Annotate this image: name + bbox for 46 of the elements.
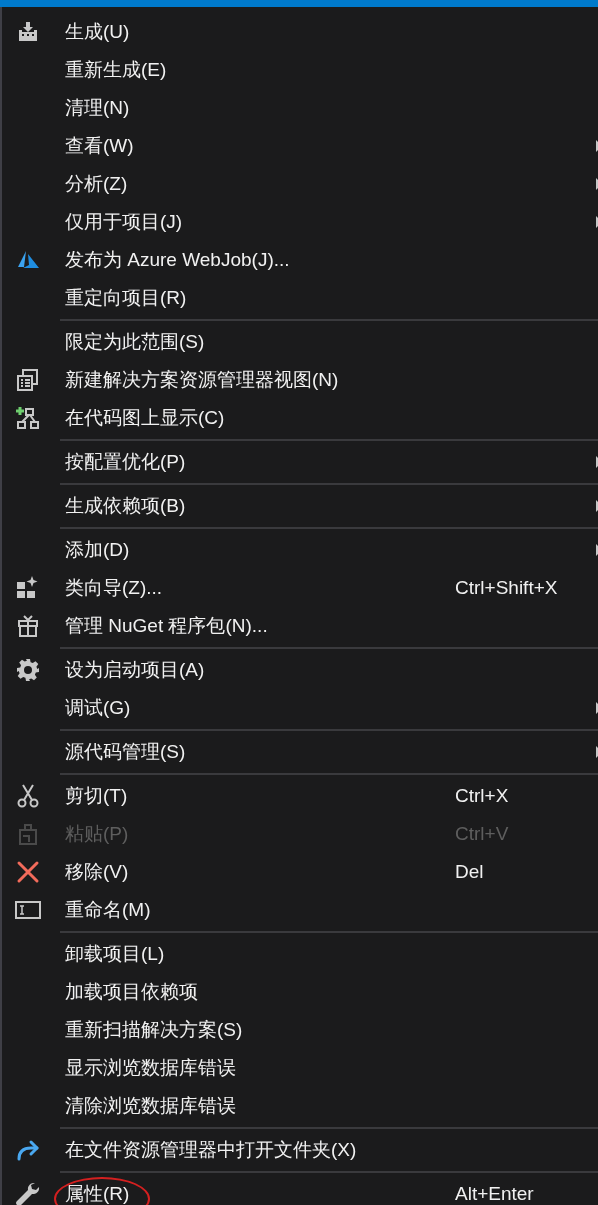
cross-icon — [16, 860, 40, 884]
windows-icon — [16, 368, 40, 392]
menu-item[interactable]: 发布为 Azure WebJob(J)... — [2, 241, 598, 279]
gift-box-icon — [17, 614, 39, 638]
menu-item[interactable]: 清理(N) — [2, 89, 598, 127]
menu-item[interactable]: 类向导(Z)... Ctrl+Shift+X — [2, 569, 598, 607]
menu-item[interactable]: 在文件资源管理器中打开文件夹(X) — [2, 1131, 598, 1169]
menu-item[interactable]: 显示浏览数据库错误 — [2, 1049, 598, 1087]
menu-item[interactable]: 查看(W) — [2, 127, 598, 165]
menu-item[interactable]: 移除(V) Del — [2, 853, 598, 891]
build-icon — [17, 21, 39, 43]
settings-icon — [16, 658, 40, 682]
wrench-icon — [15, 1181, 41, 1205]
menu-item[interactable]: 限定为此范围(S) — [2, 323, 598, 361]
menu-item[interactable]: 卸载项目(L) — [2, 935, 598, 973]
menu-item[interactable]: 清除浏览数据库错误 — [2, 1087, 598, 1125]
menu-item[interactable]: 新建解决方案资源管理器视图(N) — [2, 361, 598, 399]
menu-item[interactable]: 按配置优化(P) — [2, 443, 598, 481]
menu-item[interactable]: 生成依赖项(B) — [2, 487, 598, 525]
menu-item[interactable]: 重定向项目(R) — [2, 279, 598, 317]
triangle-logo-icon — [16, 251, 40, 269]
node-graph-icon — [16, 406, 40, 430]
shortcut-text: Del — [455, 859, 484, 884]
menu-item[interactable]: 重新扫描解决方案(S) — [2, 1011, 598, 1049]
shortcut-text: Ctrl+Shift+X — [455, 575, 558, 600]
shortcut-text: Alt+Enter — [455, 1181, 534, 1205]
menu-item[interactable]: 加载项目依赖项 — [2, 973, 598, 1011]
text-field-icon — [15, 900, 41, 920]
menu-item[interactable]: 重新生成(E) — [2, 51, 598, 89]
menu-item[interactable]: 分析(Z) — [2, 165, 598, 203]
shortcut-text: Ctrl+X — [455, 783, 509, 808]
clipboard-icon — [17, 822, 39, 846]
shortcut-text: Ctrl+V — [455, 821, 509, 846]
menu-item[interactable]: 属性(R) Alt+Enter — [2, 1175, 598, 1205]
menu-item[interactable]: 源代码管理(S) — [2, 733, 598, 771]
menu-item[interactable]: 生成(U) — [2, 13, 598, 51]
menu-item[interactable]: 添加(D) — [2, 531, 598, 569]
menu-item[interactable]: 仅用于项目(J) — [2, 203, 598, 241]
menu-item[interactable]: 设为启动项目(A) — [2, 651, 598, 689]
menu-item[interactable]: 重命名(M) — [2, 891, 598, 929]
curved-arrow-icon — [15, 1139, 41, 1161]
menu-item[interactable]: 剪切(T) Ctrl+X — [2, 777, 598, 815]
menu-item[interactable]: 调试(G) — [2, 689, 598, 727]
scissors-icon — [17, 784, 39, 808]
menu-item[interactable]: 管理 NuGet 程序包(N)... — [2, 607, 598, 645]
menu-item[interactable]: 在代码图上显示(C) — [2, 399, 598, 437]
